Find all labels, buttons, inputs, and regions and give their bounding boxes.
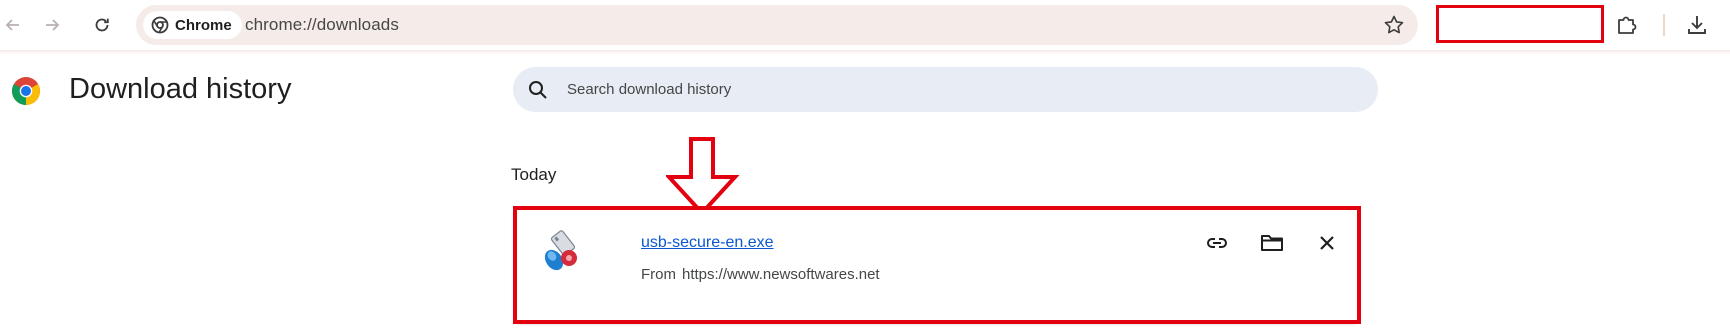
annotation-arrow: [666, 137, 740, 216]
from-label: From: [641, 266, 676, 283]
download-source: From https://www.newsoftwares.net: [641, 266, 880, 283]
star-icon[interactable]: [1382, 13, 1406, 37]
arrow-right-icon: [46, 19, 60, 31]
chrome-icon: [151, 16, 169, 34]
page-title: Download history: [69, 73, 292, 105]
close-icon: [1320, 236, 1334, 250]
search-bar[interactable]: [513, 67, 1378, 112]
toolbar-highlight-box: [1436, 5, 1604, 43]
remove-button[interactable]: [1312, 228, 1342, 258]
reload-icon: [95, 18, 109, 32]
site-chip-label: Chrome: [175, 16, 232, 34]
toolbar-divider: [1663, 14, 1665, 36]
puzzle-icon[interactable]: [1614, 12, 1640, 38]
arrow-left-icon: [5, 19, 19, 31]
toolbar-shadow: [0, 50, 1730, 54]
back-button[interactable]: [0, 8, 30, 42]
date-section-label: Today: [511, 165, 557, 184]
folder-icon: [1261, 235, 1283, 251]
copy-link-button[interactable]: [1202, 228, 1232, 258]
source-url: https://www.newsoftwares.net: [682, 266, 880, 283]
search-icon: [529, 81, 547, 99]
chrome-logo: [12, 77, 40, 105]
reload-button[interactable]: [85, 8, 119, 42]
download-icon[interactable]: [1684, 12, 1710, 38]
address-bar[interactable]: Chrome chrome://downloads: [136, 5, 1418, 45]
url-text[interactable]: chrome://downloads: [245, 15, 399, 35]
usb-secure-app-icon: [544, 230, 577, 271]
site-chip[interactable]: Chrome: [143, 11, 242, 39]
file-name-link[interactable]: usb-secure-en.exe: [641, 234, 774, 252]
show-in-folder-button[interactable]: [1257, 228, 1287, 258]
browser-toolbar: Chrome chrome://downloads: [0, 0, 1730, 50]
link-icon: [1207, 238, 1227, 248]
search-input[interactable]: [553, 67, 1353, 112]
download-item-highlight: [513, 206, 1361, 324]
forward-button[interactable]: [35, 8, 69, 42]
